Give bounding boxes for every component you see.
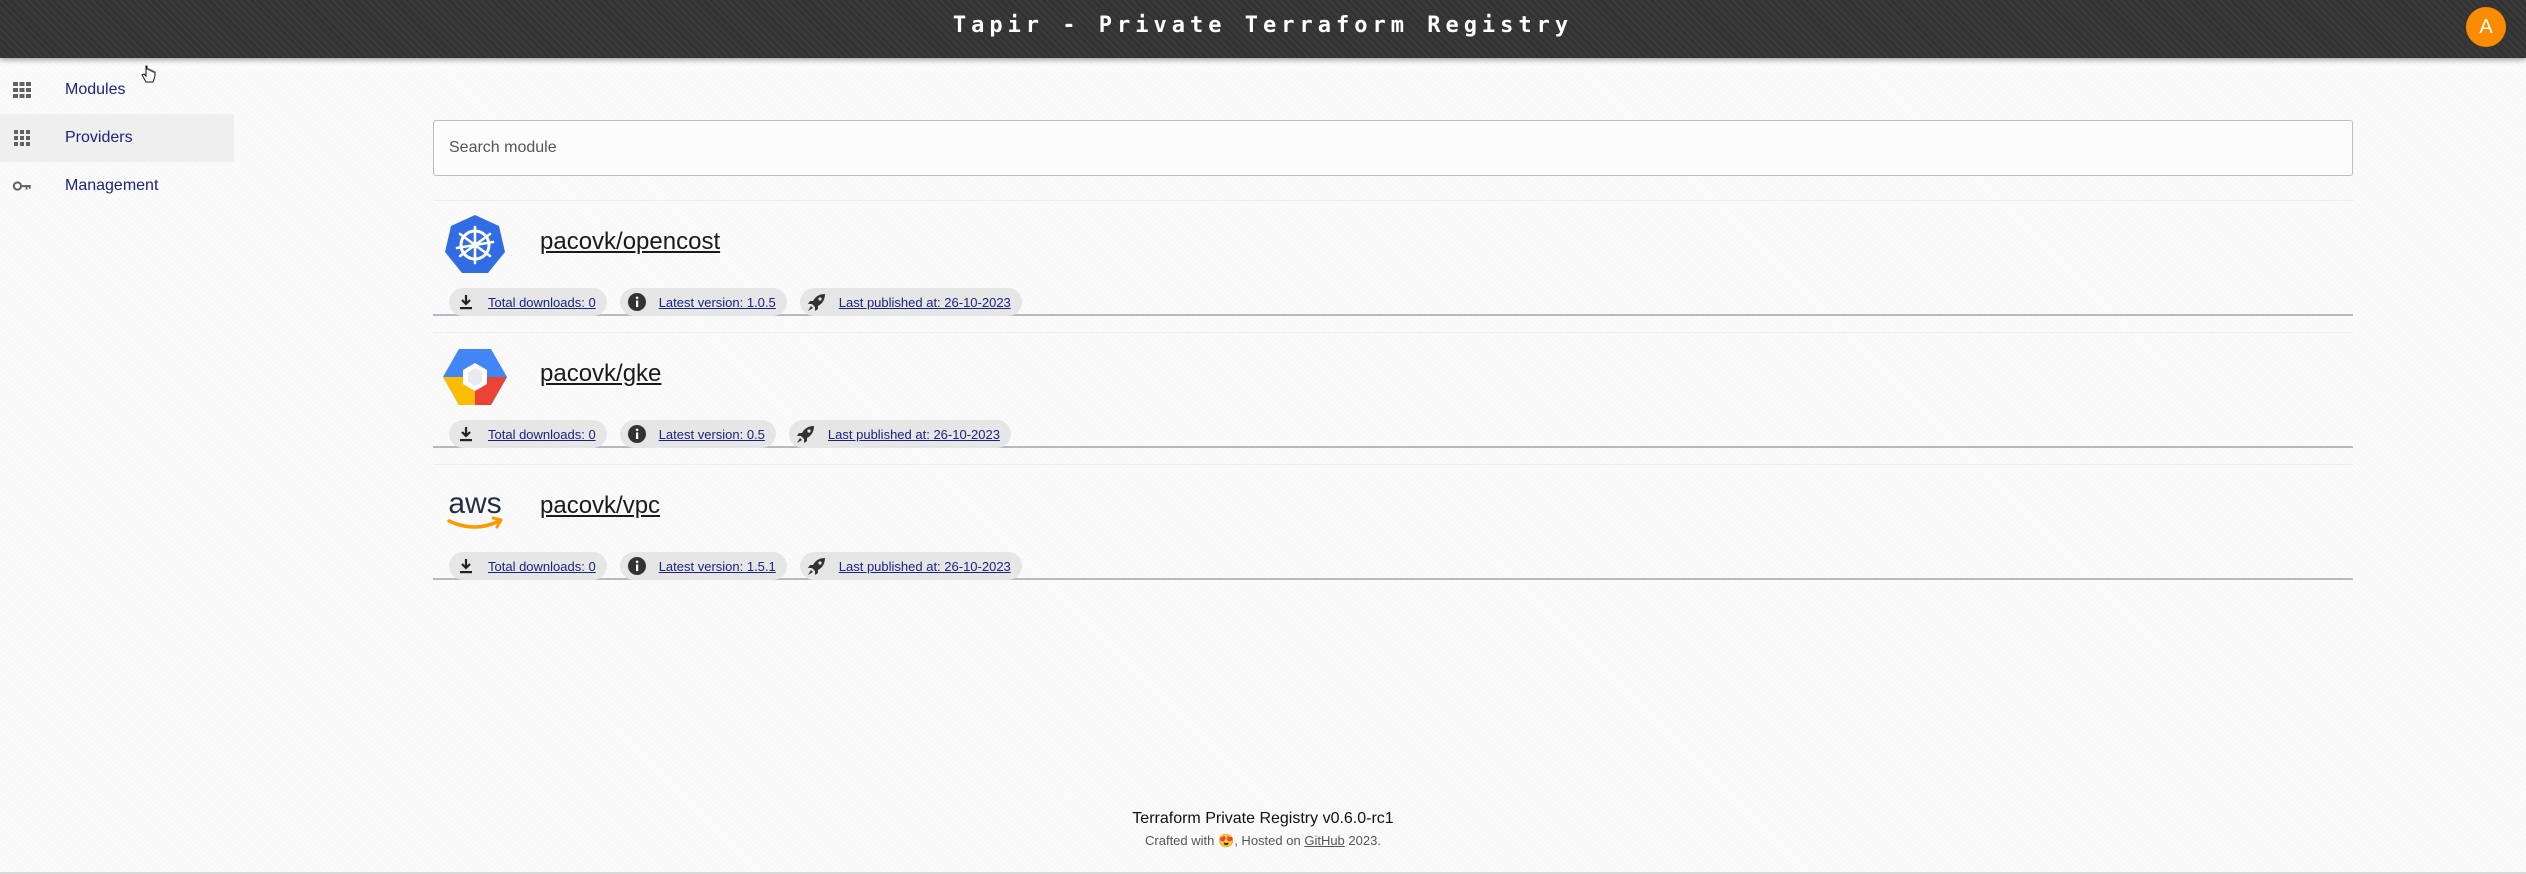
year-text: 2023. — [1348, 833, 1381, 848]
downloads-label: Total downloads: 0 — [488, 426, 596, 442]
footer: Terraform Private Registry v0.6.0-rc1 Cr… — [0, 810, 2526, 849]
info-icon — [627, 425, 646, 443]
version-chip[interactable]: Latest version: 1.5.1 — [619, 552, 787, 580]
published-label: Last published at: 26-10-2023 — [838, 558, 1011, 574]
published-label: Last published at: 26-10-2023 — [827, 426, 1000, 442]
published-chip[interactable]: Last published at: 26-10-2023 — [799, 552, 1022, 580]
version-chip[interactable]: Latest version: 1.0.5 — [619, 288, 787, 316]
module-name-link[interactable]: pacovk/opencost — [540, 228, 720, 256]
mouse-pointer-icon — [141, 65, 156, 83]
rocket-icon — [807, 558, 825, 575]
sidebar-item-label: Management — [65, 177, 159, 194]
user-avatar[interactable]: A — [2466, 7, 2506, 47]
footer-version: Terraform Private Registry v0.6.0-rc1 — [1132, 810, 1394, 827]
rocket-icon — [796, 426, 814, 443]
published-chip[interactable]: Last published at: 26-10-2023 — [799, 288, 1022, 316]
module-list: pacovk/opencost Total downloads: 0 Lates… — [433, 200, 2353, 580]
sidebar: Modules Providers Management — [0, 66, 234, 210]
info-icon — [627, 293, 646, 311]
google-kubernetes-engine-logo — [443, 349, 507, 405]
module-stats: Total downloads: 0 Latest version: 1.0.5 — [449, 288, 1035, 316]
aws-logo: aws — [447, 487, 503, 529]
downloads-label: Total downloads: 0 — [488, 558, 596, 574]
aws-logo-text: aws — [448, 487, 501, 520]
key-icon — [12, 181, 31, 191]
version-label: Latest version: 0.5 — [658, 426, 765, 442]
module-card[interactable]: pacovk/gke Total downloads: 0 Latest ver… — [433, 332, 2353, 448]
download-icon — [460, 559, 472, 574]
download-icon — [460, 427, 472, 442]
sidebar-item-modules[interactable]: Modules — [0, 66, 234, 114]
kubernetes-logo — [445, 215, 505, 273]
version-label: Latest version: 1.5.1 — [658, 558, 776, 574]
module-card[interactable]: pacovk/opencost Total downloads: 0 Lates… — [433, 200, 2353, 316]
sidebar-item-label: Modules — [65, 81, 126, 98]
module-card[interactable]: aws pacovk/vpc Total downloads: 0 Latest… — [433, 464, 2353, 580]
github-link[interactable]: GitHub — [1304, 833, 1344, 848]
sidebar-item-label: Providers — [65, 129, 133, 146]
footer-credits: Crafted with 😍, Hosted on GitHub 2023. — [0, 833, 2526, 849]
module-name-link[interactable]: pacovk/gke — [540, 360, 661, 388]
module-name-link[interactable]: pacovk/vpc — [540, 492, 660, 520]
published-label: Last published at: 26-10-2023 — [838, 294, 1011, 310]
downloads-chip[interactable]: Total downloads: 0 — [449, 552, 607, 580]
app-header: Tapir - Private Terraform Registry A — [0, 0, 2526, 58]
hosted-text: , Hosted on — [1234, 833, 1301, 848]
search-box[interactable] — [433, 120, 2353, 176]
sidebar-item-management[interactable]: Management — [0, 162, 234, 210]
main-content: pacovk/opencost Total downloads: 0 La — [433, 120, 2353, 596]
published-chip[interactable]: Last published at: 26-10-2023 — [788, 420, 1011, 448]
downloads-label: Total downloads: 0 — [488, 294, 596, 310]
downloads-chip[interactable]: Total downloads: 0 — [449, 420, 607, 448]
rocket-icon — [807, 294, 825, 311]
module-stats: Total downloads: 0 Latest version: 0.5 L… — [449, 420, 1024, 448]
crafted-text: Crafted with — [1145, 833, 1215, 848]
download-icon — [460, 295, 472, 310]
search-input[interactable] — [447, 138, 2327, 158]
downloads-chip[interactable]: Total downloads: 0 — [449, 288, 607, 316]
sidebar-item-providers[interactable]: Providers — [0, 114, 234, 162]
apps-icon — [14, 130, 30, 146]
version-chip[interactable]: Latest version: 0.5 — [619, 420, 776, 448]
app-title: Tapir - Private Terraform Registry — [952, 13, 1574, 38]
module-stats: Total downloads: 0 Latest version: 1.5.1 — [449, 552, 1035, 580]
grid-icon — [13, 82, 31, 98]
version-label: Latest version: 1.0.5 — [658, 294, 776, 310]
heart-eyes-emoji: 😍 — [1218, 833, 1235, 848]
info-icon — [627, 557, 646, 575]
